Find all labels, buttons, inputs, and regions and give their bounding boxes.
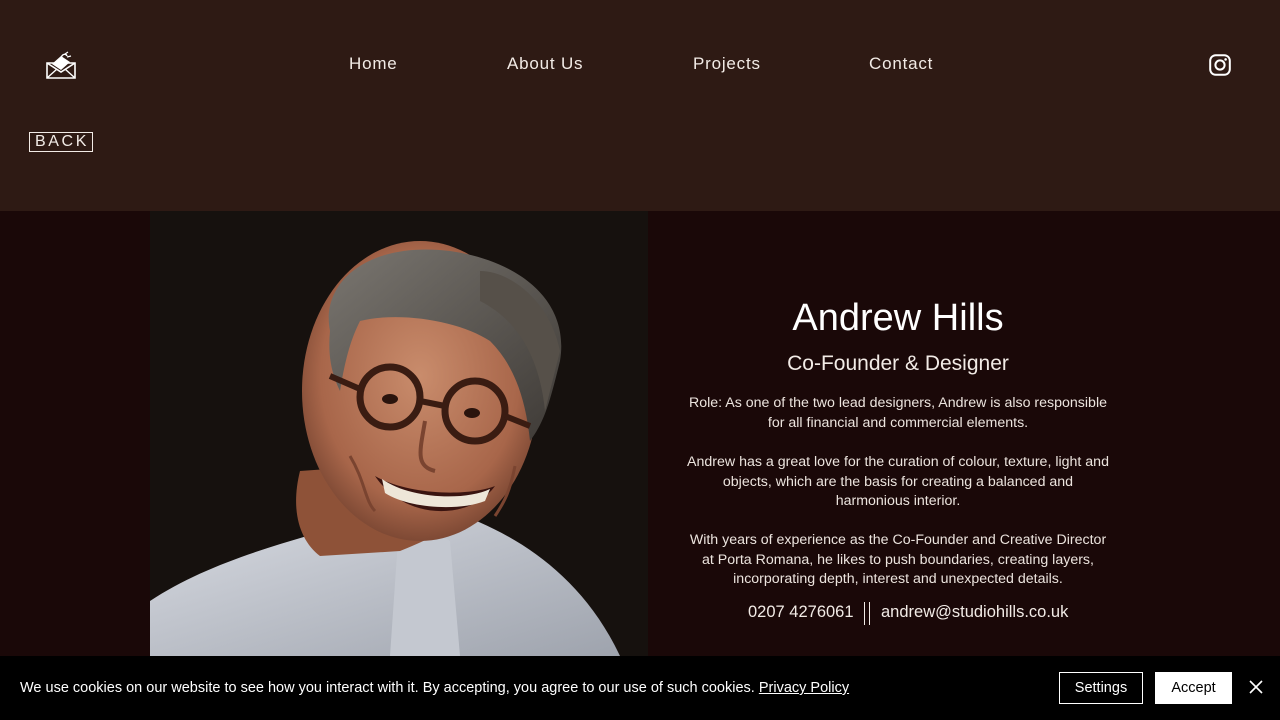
bio-paragraph: With years of experience as the Co-Found… [689,532,1107,588]
nav-projects[interactable]: Projects [693,54,761,74]
accept-button[interactable]: Accept [1155,672,1232,704]
cookie-banner: We use cookies on our website to see how… [0,656,1280,720]
back-button[interactable]: BACK [29,132,93,152]
cookie-message: We use cookies on our website to see how… [20,680,849,696]
separator [864,602,870,625]
email-link[interactable]: andrew@studiohills.co.uk [881,603,1068,622]
privacy-policy-link[interactable]: Privacy Policy [759,680,849,696]
profile-section: Andrew Hills Co-Founder & Designer Role:… [0,211,1280,656]
bio-paragraph: Andrew has a great love for the curation… [687,454,1109,510]
nav-home[interactable]: Home [349,54,398,74]
settings-button[interactable]: Settings [1059,672,1143,704]
nav-about-us[interactable]: About Us [507,54,583,74]
person-name: Andrew Hills [792,297,1004,339]
phone-number[interactable]: 0207 4276061 [748,603,854,622]
bio-panel: Andrew Hills Co-Founder & Designer Role:… [648,211,1148,656]
bio-paragraph: Role: As one of the two lead designers, … [689,395,1107,431]
site-header: Home About Us Projects Contact BACK [0,0,1280,211]
person-title: Co-Founder & Designer [787,352,1009,375]
instagram-icon[interactable] [1209,54,1231,76]
nav-contact[interactable]: Contact [869,54,933,74]
main-nav: Home About Us Projects Contact [0,54,1280,78]
cookie-text: We use cookies on our website to see how… [20,680,755,696]
close-icon[interactable] [1246,677,1266,697]
portrait-photo [150,211,648,656]
